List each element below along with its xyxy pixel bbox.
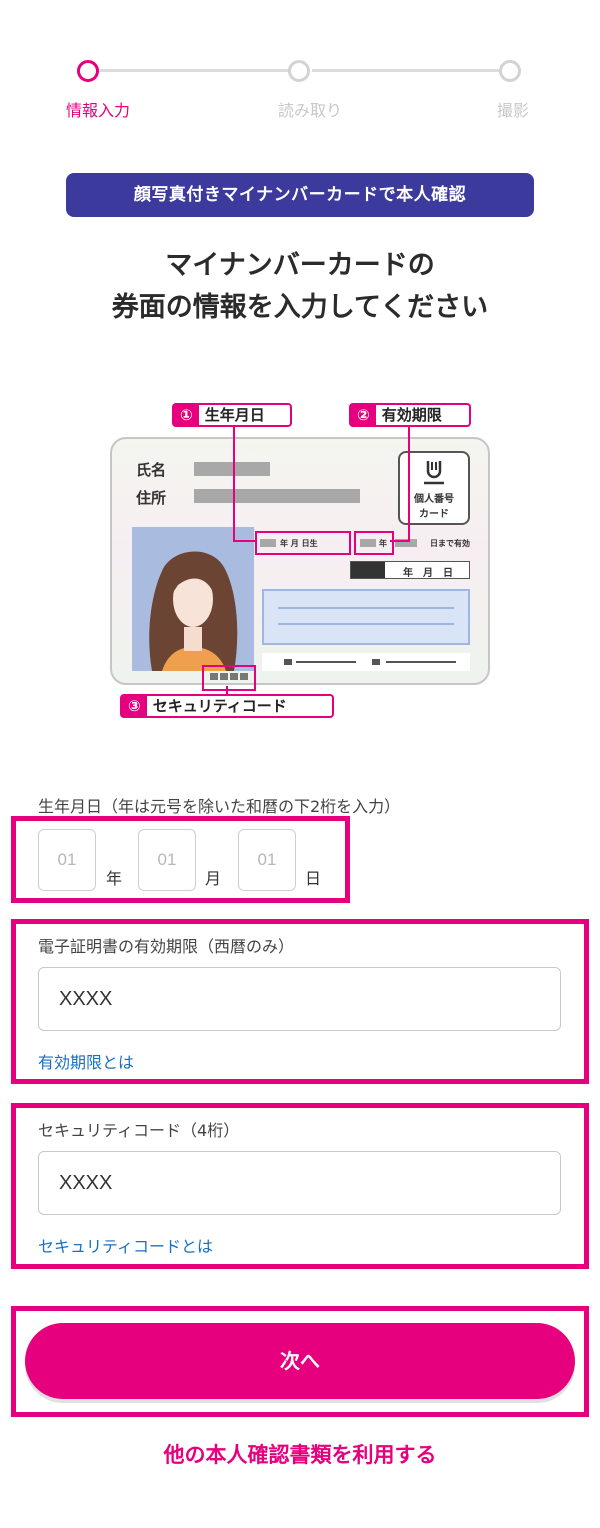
year-unit-label: 年 [106,869,123,888]
step-indicator-current [77,60,99,82]
expiry-highlight [354,531,394,555]
callout-label: 生年月日 [204,406,265,424]
birth-month-input[interactable]: 01 [138,829,196,891]
leader-line [408,427,410,542]
page-title-line1: マイナンバーカードの [165,250,435,281]
next-button[interactable]: 次へ [25,1323,575,1399]
callout-birthdate: ① 生年月日 [172,403,292,427]
card-graphic: 氏名 住所 個人番号 カード 年 月 日生 年 日まで有効 年 月 日 [110,437,490,685]
card-date-row: 年 月 日 [350,561,470,579]
card-logo-line1: 個人番号 [414,494,454,505]
leader-line [233,427,235,542]
callout-number: ② [351,405,376,425]
card-logo-icon [424,461,444,485]
card-logo-line2: カード [419,509,449,520]
birth-day-input[interactable]: 01 [238,829,296,891]
security-code-highlight [202,665,256,691]
card-bottom-fields [262,653,470,671]
birthdate-label: 生年月日（年は元号を除いた和暦の下2桁を入力） [38,797,401,816]
expiry-input[interactable]: XXXX [38,967,561,1031]
step-indicator [288,60,310,82]
card-expiry-tail: 日まで有効 [430,539,470,548]
callout-number: ① [174,405,199,425]
callout-security-code: ③ セキュリティコード [120,694,334,718]
step-label-photo: 撮影 [497,101,530,120]
expiry-label: 電子証明書の有効期限（西暦のみ） [38,937,295,956]
callout-label: セキュリティコード [152,697,287,715]
birthdate-highlight [255,531,351,555]
stepper-connector [96,69,292,72]
security-code-input[interactable]: XXXX [38,1151,561,1215]
card-date-row-text: 年 月 日 [403,568,453,579]
callout-number: ③ [122,696,147,716]
security-code-help-link[interactable]: セキュリティコードとは [38,1233,213,1257]
callout-expiry: ② 有効期限 [349,403,471,427]
security-code-label: セキュリティコード（4桁） [38,1121,240,1140]
leader-line [233,540,257,542]
address-placeholder-bar [194,489,360,503]
card-name-label: 氏名 [136,461,167,479]
portrait-illustration [149,551,238,671]
month-unit-label: 月 [205,869,222,888]
stepper-connector [312,69,504,72]
day-unit-label: 日 [305,869,322,888]
step-label-info-input: 情報入力 [66,101,131,120]
callout-label: 有効期限 [381,406,442,424]
page-title-line2: 券面の情報を入力してください [111,292,489,323]
page-title: マイナンバーカードの 券面の情報を入力してください [0,245,600,329]
step-indicator [499,60,521,82]
card-address-label: 住所 [136,489,167,507]
birth-year-input[interactable]: 01 [38,829,96,891]
name-placeholder-bar [194,462,270,476]
use-other-id-document-link[interactable]: 他の本人確認書類を利用する [0,1439,600,1469]
expiry-help-link[interactable]: 有効期限とは [38,1049,134,1073]
leader-line [390,540,410,542]
verification-method-badge: 顔写真付きマイナンバーカードで本人確認 [66,173,534,217]
step-label-reading: 読み取り [278,101,343,120]
card-chip-area [262,589,470,645]
portrait-photo [132,527,254,671]
